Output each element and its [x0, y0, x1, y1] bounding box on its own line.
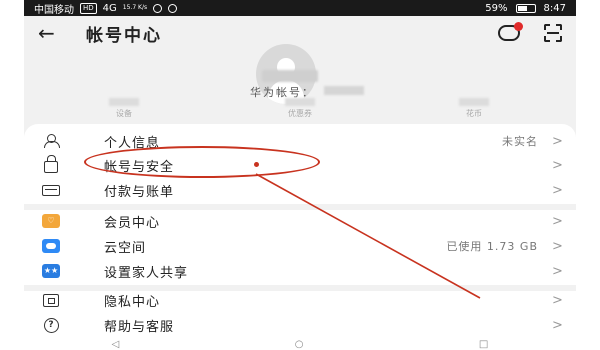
chevron-right-icon: > — [552, 157, 563, 173]
carrier-label: 中国移动 — [34, 4, 74, 16]
family-icon: ★★ — [42, 264, 60, 278]
system-nav-bar: ◁ ○ □ — [24, 338, 576, 350]
chevron-right-icon: > — [552, 238, 563, 254]
menu-item-personal-info[interactable]: 个人信息 未实名 > — [24, 128, 576, 154]
menu-item-family-sharing[interactable]: ★★ 设置家人共享 > — [24, 258, 576, 284]
stat-label: 设备 — [116, 109, 132, 118]
vip-icon: ♡ — [42, 214, 60, 228]
menu-item-label: 云空间 — [104, 240, 147, 256]
notification-badge — [514, 22, 523, 31]
chevron-right-icon: > — [552, 263, 563, 279]
menu-item-member-center[interactable]: ♡ 会员中心 > — [24, 208, 576, 234]
menu-item-label: 帮助与客服 — [104, 319, 175, 335]
stat-label: 优惠券 — [288, 109, 312, 118]
blurred-account-id — [324, 86, 364, 95]
lock-icon — [44, 155, 58, 173]
blurred-stat-value — [109, 98, 139, 106]
menu-item-label: 会员中心 — [104, 215, 161, 231]
stat-hcoins[interactable]: 花币 — [444, 98, 504, 119]
menu-item-value: 未实名 — [502, 135, 538, 148]
network-label: 4G — [102, 2, 117, 14]
person-icon — [44, 134, 60, 148]
account-center-screen: 中国移动 HD 4G 15.7 K/s 59% 8:47 ← 帐号中心 华为帐号… — [24, 0, 576, 350]
chevron-right-icon: > — [552, 317, 563, 333]
back-arrow-icon[interactable]: ← — [38, 21, 64, 45]
privacy-icon — [43, 293, 59, 307]
battery-percent: 59% — [485, 2, 508, 14]
menu-item-label: 隐私中心 — [104, 294, 161, 310]
hd-badge: HD — [80, 2, 97, 14]
blurred-nickname — [262, 70, 318, 82]
annotation-dot — [254, 162, 259, 167]
blurred-stat-value — [285, 98, 315, 106]
app-status-icon — [153, 3, 163, 13]
network-speed: 15.7 K/s — [122, 4, 148, 11]
stat-devices[interactable]: 设备 — [94, 98, 154, 119]
clock: 8:47 — [543, 2, 566, 14]
menu-item-privacy-center[interactable]: 隐私中心 > — [24, 287, 576, 313]
stat-coupons[interactable]: 优惠券 — [260, 98, 340, 119]
menu-item-label: 付款与账单 — [104, 184, 175, 200]
stat-label: 花币 — [466, 109, 482, 118]
menu-item-payment-billing[interactable]: 付款与账单 > — [24, 177, 576, 203]
header: ← 帐号中心 — [24, 16, 576, 50]
card-icon — [42, 184, 60, 196]
chevron-right-icon: > — [552, 292, 563, 308]
sync-icon — [168, 3, 178, 13]
stats-row: 设备 优惠券 花币 — [24, 98, 576, 120]
nav-home-icon[interactable]: ○ — [295, 339, 304, 350]
menu-item-label: 设置家人共享 — [104, 265, 189, 281]
cloud-icon — [42, 239, 60, 253]
menu-item-cloud-space[interactable]: 云空间 已使用 1.73 GB > — [24, 233, 576, 259]
nav-recent-icon[interactable]: □ — [479, 339, 488, 350]
menu-item-help-service[interactable]: ? 帮助与客服 > — [24, 312, 576, 338]
scan-icon[interactable] — [544, 24, 562, 42]
blurred-stat-value — [459, 98, 489, 106]
chevron-right-icon: > — [552, 182, 563, 198]
annotation-ellipse — [84, 146, 320, 178]
battery-icon — [515, 3, 536, 13]
nav-back-icon[interactable]: ◁ — [112, 339, 120, 350]
status-bar: 中国移动 HD 4G 15.7 K/s 59% 8:47 — [24, 0, 576, 16]
help-icon: ? — [43, 317, 59, 333]
menu-item-value: 已使用 1.73 GB — [446, 240, 538, 253]
message-icon[interactable] — [498, 22, 523, 41]
chevron-right-icon: > — [552, 133, 563, 149]
chevron-right-icon: > — [552, 213, 563, 229]
page-title: 帐号中心 — [86, 25, 162, 46]
